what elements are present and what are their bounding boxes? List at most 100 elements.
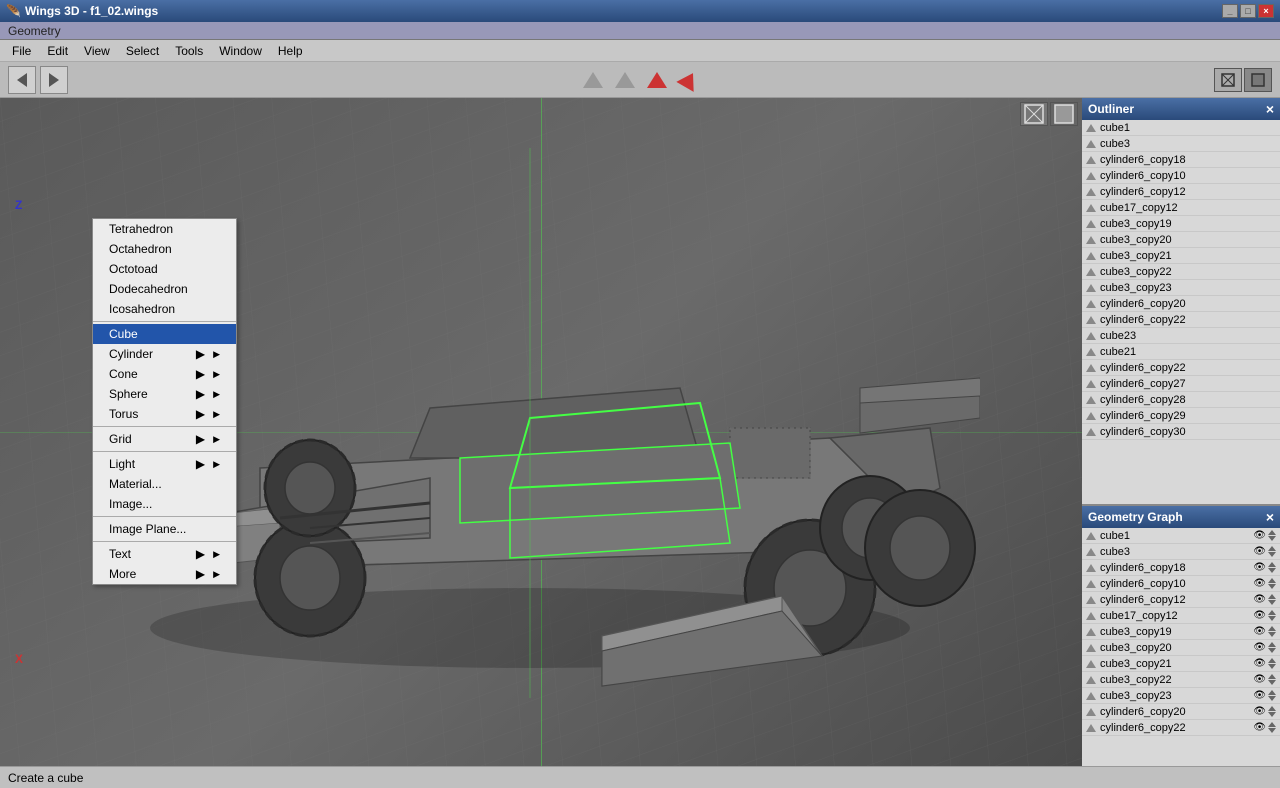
view-tri-2[interactable] (611, 66, 639, 94)
outliner-item[interactable]: cylinder6_copy20 (1082, 296, 1280, 312)
view-tri-4[interactable] (675, 66, 703, 94)
arrow-up-icon[interactable] (1268, 578, 1276, 583)
geom-graph-item[interactable]: cube3 👁 (1082, 544, 1280, 560)
outliner-item[interactable]: cube3 (1082, 136, 1280, 152)
minimize-button[interactable]: _ (1222, 4, 1238, 18)
eye-icon[interactable]: 👁 (1253, 642, 1266, 653)
outliner-item[interactable]: cylinder6_copy30 (1082, 424, 1280, 440)
geom-graph-item[interactable]: cube3_copy21 👁 (1082, 656, 1280, 672)
arrow-up-icon[interactable] (1268, 594, 1276, 599)
nav-back-button[interactable] (8, 66, 36, 94)
outliner-item[interactable]: cube21 (1082, 344, 1280, 360)
arrow-up-icon[interactable] (1268, 562, 1276, 567)
eye-icon[interactable]: 👁 (1253, 658, 1266, 669)
geom-graph-item[interactable]: cylinder6_copy18 👁 (1082, 560, 1280, 576)
arrow-up-icon[interactable] (1268, 674, 1276, 679)
arrow-down-icon[interactable] (1268, 728, 1276, 733)
ctx-cylinder[interactable]: Cylinder ▶ (93, 344, 236, 364)
arrow-down-icon[interactable] (1268, 680, 1276, 685)
outliner-item[interactable]: cylinder6_copy28 (1082, 392, 1280, 408)
arrow-down-icon[interactable] (1268, 584, 1276, 589)
outliner-item[interactable]: cylinder6_copy18 (1082, 152, 1280, 168)
close-button[interactable]: × (1258, 4, 1274, 18)
eye-icon[interactable]: 👁 (1253, 722, 1266, 733)
outliner-item[interactable]: cylinder6_copy27 (1082, 376, 1280, 392)
outliner-item[interactable]: cube3_copy21 (1082, 248, 1280, 264)
geom-graph-item[interactable]: cube3_copy19 👁 (1082, 624, 1280, 640)
outliner-item[interactable]: cube17_copy12 (1082, 200, 1280, 216)
geom-graph-item[interactable]: cube1 👁 (1082, 528, 1280, 544)
viewport[interactable]: X Z (0, 98, 1082, 766)
ctx-dodecahedron[interactable]: Dodecahedron (93, 279, 236, 299)
geom-graph-list[interactable]: cube1 👁 cube3 👁 cylinder6_copy18 � (1082, 528, 1280, 766)
geom-graph-item[interactable]: cube3_copy22 👁 (1082, 672, 1280, 688)
view-tri-3-active[interactable] (643, 66, 671, 94)
ctx-material[interactable]: Material... (93, 474, 236, 494)
geom-graph-close-button[interactable]: × (1266, 509, 1274, 525)
arrow-up-icon[interactable] (1268, 706, 1276, 711)
view-wireframe-button[interactable] (1214, 68, 1242, 92)
geom-graph-item[interactable]: cylinder6_copy22 👁 (1082, 720, 1280, 736)
ctx-octahedron[interactable]: Octahedron (93, 239, 236, 259)
outliner-list[interactable]: cube1cube3cylinder6_copy18cylinder6_copy… (1082, 120, 1280, 504)
arrow-up-icon[interactable] (1268, 530, 1276, 535)
ctx-grid[interactable]: Grid ▶ (93, 429, 236, 449)
eye-icon[interactable]: 👁 (1253, 594, 1266, 605)
outliner-item[interactable]: cube1 (1082, 120, 1280, 136)
view-mode-2[interactable] (1050, 102, 1078, 126)
eye-icon[interactable]: 👁 (1253, 546, 1266, 557)
eye-icon[interactable]: 👁 (1253, 626, 1266, 637)
arrow-down-icon[interactable] (1268, 712, 1276, 717)
menu-edit[interactable]: Edit (39, 42, 76, 60)
ctx-octotoad[interactable]: Octotoad (93, 259, 236, 279)
view-mode-1[interactable] (1020, 102, 1048, 126)
geom-graph-item[interactable]: cube3_copy23 👁 (1082, 688, 1280, 704)
outliner-item[interactable]: cylinder6_copy10 (1082, 168, 1280, 184)
ctx-icosahedron[interactable]: Icosahedron (93, 299, 236, 319)
outliner-item[interactable]: cube3_copy22 (1082, 264, 1280, 280)
eye-icon[interactable]: 👁 (1253, 530, 1266, 541)
arrow-down-icon[interactable] (1268, 664, 1276, 669)
outliner-item[interactable]: cube3_copy20 (1082, 232, 1280, 248)
outliner-item[interactable]: cylinder6_copy22 (1082, 312, 1280, 328)
arrow-down-icon[interactable] (1268, 632, 1276, 637)
arrow-down-icon[interactable] (1268, 600, 1276, 605)
maximize-button[interactable]: □ (1240, 4, 1256, 18)
ctx-cube[interactable]: Cube (93, 324, 236, 344)
arrow-up-icon[interactable] (1268, 546, 1276, 551)
menu-tools[interactable]: Tools (167, 42, 211, 60)
ctx-image[interactable]: Image... (93, 494, 236, 514)
menu-select[interactable]: Select (118, 42, 167, 60)
arrow-down-icon[interactable] (1268, 696, 1276, 701)
eye-icon[interactable]: 👁 (1253, 578, 1266, 589)
arrow-down-icon[interactable] (1268, 536, 1276, 541)
ctx-text[interactable]: Text ▶ (93, 544, 236, 564)
eye-icon[interactable]: 👁 (1253, 706, 1266, 717)
geom-graph-item[interactable]: cube3_copy20 👁 (1082, 640, 1280, 656)
outliner-item[interactable]: cylinder6_copy22 (1082, 360, 1280, 376)
geom-graph-item[interactable]: cylinder6_copy20 👁 (1082, 704, 1280, 720)
menu-help[interactable]: Help (270, 42, 311, 60)
outliner-item[interactable]: cube3_copy23 (1082, 280, 1280, 296)
eye-icon[interactable]: 👁 (1253, 690, 1266, 701)
geom-graph-item[interactable]: cylinder6_copy10 👁 (1082, 576, 1280, 592)
arrow-down-icon[interactable] (1268, 552, 1276, 557)
ctx-light[interactable]: Light ▶ (93, 454, 236, 474)
arrow-down-icon[interactable] (1268, 616, 1276, 621)
geom-graph-item[interactable]: cube17_copy12 👁 (1082, 608, 1280, 624)
ctx-more[interactable]: More ▶ (93, 564, 236, 584)
ctx-sphere[interactable]: Sphere ▶ (93, 384, 236, 404)
outliner-close-button[interactable]: × (1266, 101, 1274, 117)
menu-file[interactable]: File (4, 42, 39, 60)
outliner-item[interactable]: cylinder6_copy29 (1082, 408, 1280, 424)
outliner-item[interactable]: cube3_copy19 (1082, 216, 1280, 232)
view-solid-button[interactable] (1244, 68, 1272, 92)
outliner-item[interactable]: cube23 (1082, 328, 1280, 344)
arrow-down-icon[interactable] (1268, 648, 1276, 653)
arrow-down-icon[interactable] (1268, 568, 1276, 573)
arrow-up-icon[interactable] (1268, 610, 1276, 615)
ctx-torus[interactable]: Torus ▶ (93, 404, 236, 424)
eye-icon[interactable]: 👁 (1253, 562, 1266, 573)
arrow-up-icon[interactable] (1268, 626, 1276, 631)
ctx-tetrahedron[interactable]: Tetrahedron (93, 219, 236, 239)
